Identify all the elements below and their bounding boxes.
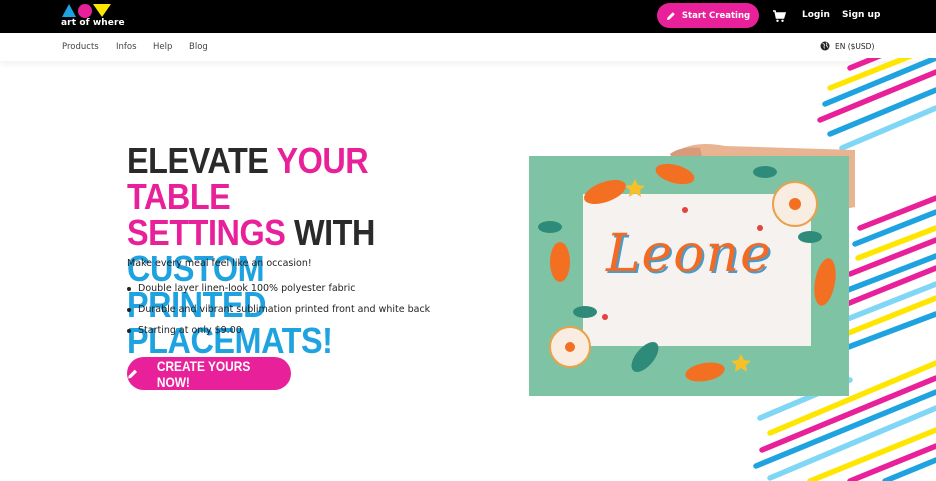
feature-item: Double layer linen-look 100% polyester f… — [127, 278, 430, 299]
logo-text[interactable]: art of where — [61, 18, 125, 28]
cart-icon[interactable] — [772, 9, 786, 23]
secondary-nav: Products Infos Help Blog EN ($USD) — [0, 33, 936, 61]
hero-subtitle: Make every meal feel like an occasion! — [127, 258, 312, 269]
feature-list: Double layer linen-look 100% polyester f… — [127, 278, 430, 341]
feature-item: Starting at only $9.00 — [127, 320, 430, 341]
login-link[interactable]: Login — [802, 10, 830, 20]
pencil-icon — [666, 11, 675, 20]
create-yours-label: CREATE YOURS NOW! — [157, 357, 251, 390]
start-creating-button[interactable]: Start Creating — [657, 3, 759, 28]
headline-word: ELEVATE — [127, 140, 277, 181]
nav-blog[interactable]: Blog — [189, 42, 208, 52]
headline-word: SETTINGS — [127, 212, 294, 253]
headline-word: WITH — [293, 212, 375, 253]
signup-link[interactable]: Sign up — [842, 10, 880, 20]
language-label: EN ($USD) — [835, 41, 875, 51]
top-bar: art of where Start Creating Login Sign u… — [0, 0, 936, 33]
create-yours-button[interactable]: CREATE YOURS NOW! — [127, 357, 291, 390]
language-selector[interactable]: EN ($USD) — [820, 41, 874, 51]
start-creating-label: Start Creating — [681, 10, 751, 21]
nav-products[interactable]: Products — [62, 42, 99, 52]
placemat-name: Leone — [606, 224, 772, 284]
feature-item: Durable and vibrant sublimation printed … — [127, 299, 430, 320]
nav-help[interactable]: Help — [153, 42, 172, 52]
globe-icon — [820, 41, 830, 51]
pencil-icon — [128, 369, 137, 379]
nav-infos[interactable]: Infos — [116, 42, 137, 52]
